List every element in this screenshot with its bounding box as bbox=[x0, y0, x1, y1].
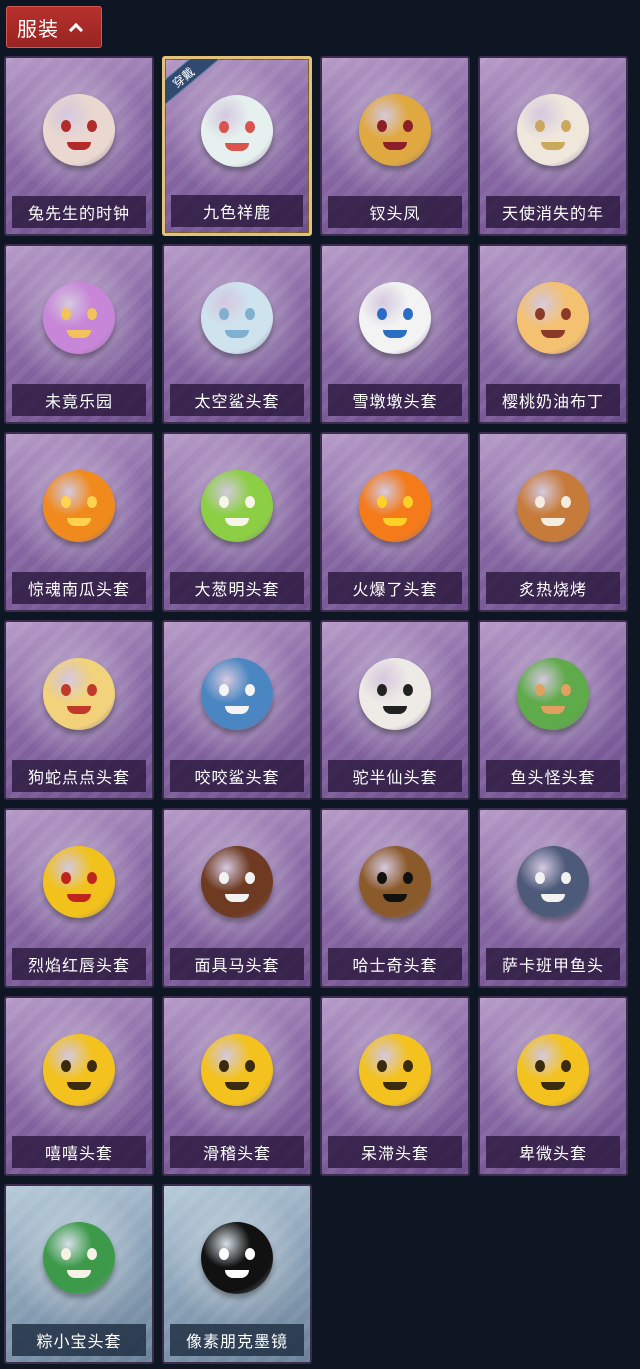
costume-card[interactable]: 兔先生的时钟 bbox=[4, 56, 154, 236]
costume-label: 面具马头套 bbox=[170, 948, 304, 980]
costume-label: 雪墩墩头套 bbox=[328, 384, 462, 416]
husky-head-icon bbox=[349, 836, 441, 928]
costume-card[interactable]: 天使消失的年 bbox=[478, 56, 628, 236]
costume-label: 萨卡班甲鱼头 bbox=[486, 948, 620, 980]
costume-card[interactable]: 雪墩墩头套 bbox=[320, 244, 470, 424]
costume-label: 樱桃奶油布丁 bbox=[486, 384, 620, 416]
costume-card[interactable]: 狗蛇点点头套 bbox=[4, 620, 154, 800]
pumpkin-head-icon bbox=[33, 460, 125, 552]
costume-card[interactable]: 未竟乐园 bbox=[4, 244, 154, 424]
costume-card[interactable]: 呆滞头套 bbox=[320, 996, 470, 1176]
costume-card[interactable]: 哈士奇头套 bbox=[320, 808, 470, 988]
costume-label: 咬咬鲨头套 bbox=[170, 760, 304, 792]
chevron-up-icon bbox=[68, 22, 84, 38]
costume-label: 滑稽头套 bbox=[170, 1136, 304, 1168]
alpaca-sunglasses-head-icon bbox=[349, 648, 441, 740]
costume-card[interactable]: 烈焰红唇头套 bbox=[4, 808, 154, 988]
funny-smile-emoji-head-icon bbox=[191, 1024, 283, 1116]
snow-dundun-head-icon bbox=[349, 272, 441, 364]
costume-grid: 兔先生的时钟 穿戴 九色祥鹿 钗头凤 天使消失的年未竟乐园 太空鲨头套 雪墩墩头套 樱桃奶油布… bbox=[4, 56, 628, 1364]
costume-label: 太空鲨头套 bbox=[170, 384, 304, 416]
rabbit-clock-costume-icon bbox=[33, 84, 125, 176]
costume-card[interactable]: 火爆了头套 bbox=[320, 432, 470, 612]
biting-shark-head-icon bbox=[191, 648, 283, 740]
bbq-meat-head-icon bbox=[507, 460, 599, 552]
fire-head-icon bbox=[349, 460, 441, 552]
humble-emoji-head-icon bbox=[507, 1024, 599, 1116]
costume-card[interactable]: 卑微头套 bbox=[478, 996, 628, 1176]
costume-card[interactable]: 面具马头套 bbox=[162, 808, 312, 988]
costume-label: 哈士奇头套 bbox=[328, 948, 462, 980]
costume-label: 大葱明头套 bbox=[170, 572, 304, 604]
unfinished-paradise-costume-icon bbox=[33, 272, 125, 364]
costume-label: 鱼头怪头套 bbox=[486, 760, 620, 792]
space-shark-head-icon bbox=[191, 272, 283, 364]
sacabambaspis-head-icon bbox=[507, 836, 599, 928]
cherry-pudding-icon bbox=[507, 272, 599, 364]
costume-label: 烈焰红唇头套 bbox=[12, 948, 146, 980]
angel-costume-icon bbox=[507, 84, 599, 176]
costume-card[interactable]: 像素朋克墨镜 bbox=[162, 1184, 312, 1364]
costume-label: 粽小宝头套 bbox=[12, 1324, 146, 1356]
fish-head-monster-icon bbox=[507, 648, 599, 740]
costume-card[interactable]: 钗头凤 bbox=[320, 56, 470, 236]
grinning-emoji-head-icon bbox=[33, 1024, 125, 1116]
pixel-sunglasses-icon bbox=[191, 1212, 283, 1304]
nine-color-deer-icon bbox=[191, 85, 283, 177]
costume-card[interactable]: 驼半仙头套 bbox=[320, 620, 470, 800]
category-title: 服装 bbox=[17, 16, 59, 41]
costume-label: 卑微头套 bbox=[486, 1136, 620, 1168]
costume-card[interactable]: 惊魂南瓜头套 bbox=[4, 432, 154, 612]
costume-label: 驼半仙头套 bbox=[328, 760, 462, 792]
costume-label: 钗头凤 bbox=[328, 196, 462, 228]
costume-card[interactable]: 樱桃奶油布丁 bbox=[478, 244, 628, 424]
costume-label: 未竟乐园 bbox=[12, 384, 146, 416]
costume-card[interactable]: 鱼头怪头套 bbox=[478, 620, 628, 800]
costume-card[interactable]: 太空鲨头套 bbox=[162, 244, 312, 424]
costume-card[interactable]: 嘻嘻头套 bbox=[4, 996, 154, 1176]
scallion-head-icon bbox=[191, 460, 283, 552]
costume-label: 火爆了头套 bbox=[328, 572, 462, 604]
costume-label: 呆滞头套 bbox=[328, 1136, 462, 1168]
costume-label: 惊魂南瓜头套 bbox=[12, 572, 146, 604]
costume-card[interactable]: 咬咬鲨头套 bbox=[162, 620, 312, 800]
costume-label: 嘻嘻头套 bbox=[12, 1136, 146, 1168]
zongzi-head-icon bbox=[33, 1212, 125, 1304]
dog-snake-head-icon bbox=[33, 648, 125, 740]
costume-label: 天使消失的年 bbox=[486, 196, 620, 228]
costume-label: 九色祥鹿 bbox=[171, 195, 303, 227]
costume-label: 兔先生的时钟 bbox=[12, 196, 146, 228]
costume-label: 狗蛇点点头套 bbox=[12, 760, 146, 792]
costume-card[interactable]: 萨卡班甲鱼头 bbox=[478, 808, 628, 988]
costume-label: 炙热烧烤 bbox=[486, 572, 620, 604]
dazed-emoji-head-icon bbox=[349, 1024, 441, 1116]
costume-card[interactable]: 粽小宝头套 bbox=[4, 1184, 154, 1364]
red-lips-yellow-mask-icon bbox=[33, 836, 125, 928]
costume-card[interactable]: 炙热烧烤 bbox=[478, 432, 628, 612]
category-toggle-button[interactable]: 服装 bbox=[6, 6, 102, 48]
horse-mask-head-icon bbox=[191, 836, 283, 928]
costume-card[interactable]: 大葱明头套 bbox=[162, 432, 312, 612]
costume-card[interactable]: 滑稽头套 bbox=[162, 996, 312, 1176]
phoenix-crown-costume-icon bbox=[349, 84, 441, 176]
costume-card[interactable]: 穿戴 九色祥鹿 bbox=[162, 56, 312, 236]
costume-label: 像素朋克墨镜 bbox=[170, 1324, 304, 1356]
